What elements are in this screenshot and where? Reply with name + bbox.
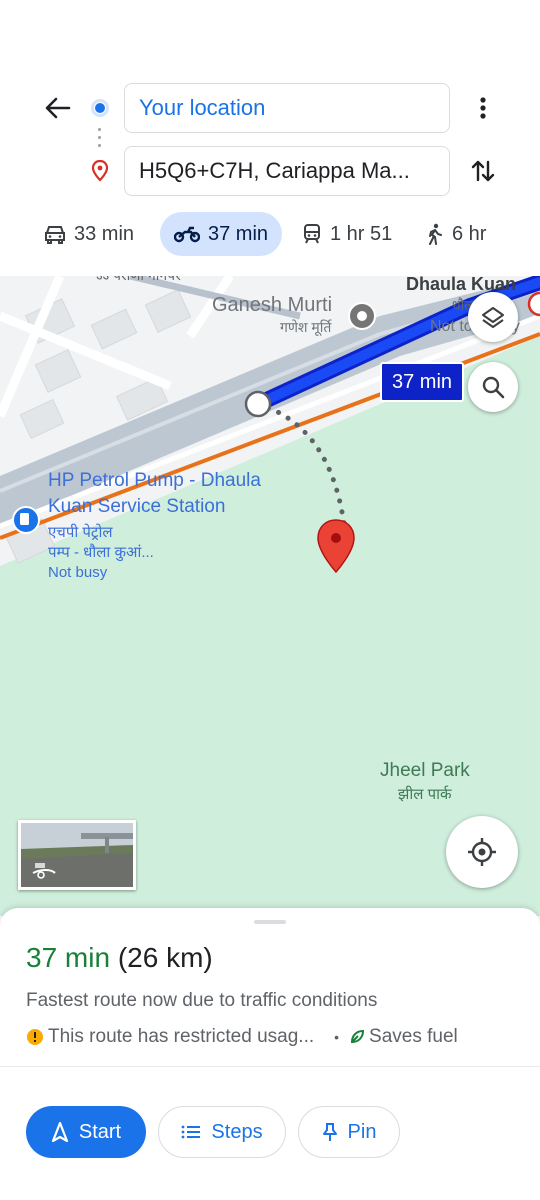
directions-header: Your location H5Q6+C7H, Cariappa Ma... 3…	[0, 0, 540, 276]
connector-dots	[98, 128, 102, 152]
origin-field[interactable]: Your location	[124, 83, 450, 133]
route-summary-sheet[interactable]: 37 min (26 km) Fastest route now due to …	[0, 908, 540, 1200]
pin-button[interactable]: Pin	[298, 1106, 400, 1158]
pin-button-label: Pin	[347, 1120, 377, 1143]
map-label-hp-hi-line2: पम्प - धौला कुआं...	[48, 544, 154, 561]
eta-time: 37 min	[26, 942, 111, 973]
more-options-button[interactable]	[466, 88, 500, 128]
back-button[interactable]	[36, 88, 80, 128]
origin-dot-icon	[91, 99, 109, 117]
tab-driving[interactable]: 33 min	[44, 212, 134, 256]
swap-vert-icon	[471, 160, 495, 182]
warning-icon	[27, 1029, 43, 1045]
map-view[interactable]: ऽऽ पराणा गानपर Dhaula Kuan धौला कुआँ Gan…	[0, 276, 540, 916]
directions-screen: Your location H5Q6+C7H, Cariappa Ma... 3…	[0, 0, 540, 1200]
tab-walking-label: 6 hr	[452, 222, 487, 245]
route-reason: Fastest route now due to traffic conditi…	[26, 990, 378, 1011]
my-location-icon	[468, 838, 496, 866]
walk-icon	[429, 223, 442, 245]
start-button-label: Start	[78, 1120, 122, 1143]
map-label-hp-line1[interactable]: HP Petrol Pump - Dhaula	[48, 470, 261, 492]
drag-handle[interactable]	[254, 920, 286, 924]
map-label-not-busy: Not busy	[48, 564, 108, 581]
destination-field[interactable]: H5Q6+C7H, Cariappa Ma...	[124, 146, 450, 196]
map-label-jheel-park-hi: झील पार्क	[398, 786, 452, 803]
eta-distance: (26 km)	[117, 942, 213, 973]
tab-walking[interactable]: 6 hr	[426, 212, 486, 256]
map-label-hp-line2[interactable]: Kuan Service Station	[48, 496, 225, 518]
tab-transit[interactable]: 1 hr 51	[302, 212, 392, 256]
motorcycle-icon	[174, 226, 200, 243]
eta-summary: 37 min (26 km)	[26, 942, 213, 974]
note-separator: •	[334, 1029, 340, 1045]
map-label-ganesh-murti-hi: गणेश मूर्ति	[280, 319, 332, 335]
list-icon	[182, 1125, 201, 1139]
map-label-jheel-park[interactable]: Jheel Park	[380, 760, 470, 782]
car-icon	[45, 226, 65, 244]
destination-pin-icon	[90, 159, 110, 182]
layers-button[interactable]	[468, 292, 518, 342]
tab-two-wheeler-label: 37 min	[208, 222, 269, 245]
map-label-top: ऽऽ पराणा गानपर	[96, 276, 181, 285]
tab-two-wheeler[interactable]: 37 min	[160, 212, 283, 256]
route-notes: This route has restricted usag... • Save…	[26, 1026, 458, 1048]
layers-icon	[482, 307, 504, 328]
tab-transit-label: 1 hr 51	[330, 222, 393, 245]
my-location-button[interactable]	[446, 816, 518, 888]
transit-icon	[304, 224, 320, 244]
swap-locations-button[interactable]	[466, 150, 500, 192]
map-label-ganesh-murti[interactable]: Ganesh Murti	[212, 294, 332, 317]
saves-fuel-note: Saves fuel	[369, 1026, 458, 1047]
pin-icon	[322, 1123, 337, 1141]
sheet-divider	[0, 1066, 540, 1067]
search-along-route-button[interactable]	[468, 362, 518, 412]
travel-mode-tabs: 33 min 37 min 1 hr 51 6 hr	[0, 212, 540, 258]
tab-driving-label: 33 min	[74, 222, 135, 245]
street-view-image	[21, 823, 133, 887]
map-label-hp-hi-line1: एचपी पेट्रोल	[48, 524, 113, 541]
arrow-back-icon	[45, 97, 71, 119]
more-vert-icon	[480, 97, 486, 119]
route-duration-callout[interactable]: 37 min	[380, 362, 465, 402]
steps-button[interactable]: Steps	[158, 1106, 286, 1158]
leaf-icon	[351, 1029, 365, 1044]
steps-button-label: Steps	[211, 1120, 263, 1143]
restriction-note[interactable]: This route has restricted usag...	[48, 1026, 314, 1048]
street-view-thumbnail[interactable]	[18, 820, 136, 890]
start-button[interactable]: Start	[26, 1106, 146, 1158]
navigation-arrow-icon	[51, 1122, 68, 1142]
search-icon	[482, 376, 505, 399]
